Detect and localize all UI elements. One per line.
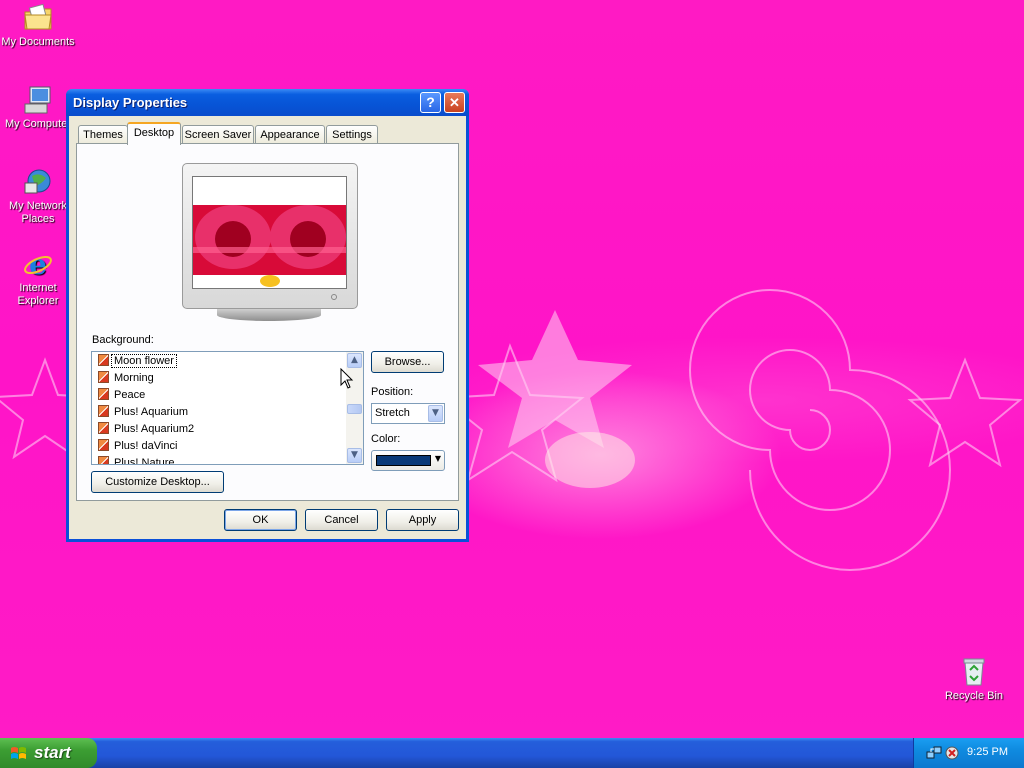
recycle-bin-icon [963,658,985,686]
computer-icon [24,86,51,114]
desktop-icon-my-computer[interactable]: My Computer [0,84,76,131]
color-label: Color: [371,433,401,445]
desktop-icon-my-network-places[interactable]: My Network Places [0,166,76,226]
tab-themes[interactable]: Themes [78,125,128,145]
browse-button[interactable]: Browse... [371,351,444,373]
desktop-icon-recycle-bin[interactable]: Recycle Bin [936,656,1012,703]
image-file-icon [98,405,109,417]
start-label: start [34,743,71,762]
desktop: My Documents My Computer My Network Plac… [0,0,1024,738]
apply-button[interactable]: Apply [386,509,459,531]
tab-appearance[interactable]: Appearance [255,125,325,145]
chevron-down-icon[interactable]: ▼ [428,405,443,422]
image-file-icon [98,456,109,464]
background-listbox[interactable]: Moon flower Morning Peace Plus! Aquarium… [91,351,364,465]
taskbar: start 9:25 PM [0,738,1024,768]
network-icon[interactable] [926,745,942,761]
tab-desktop[interactable]: Desktop [127,122,181,145]
list-item-label: Plus! Nature [114,457,175,465]
network-places-icon [24,169,51,194]
list-item[interactable]: Morning [98,370,154,387]
position-select[interactable]: Stretch ▼ [371,403,445,424]
windows-flag-icon [11,747,26,759]
ok-button[interactable]: OK [224,509,297,531]
internet-explorer-icon: e [24,248,52,280]
desktop-icon-label: My Computer [4,118,72,130]
image-file-icon [98,354,109,366]
color-swatch [376,455,431,466]
start-button[interactable]: start [0,738,97,768]
list-item[interactable]: Moon flower [98,353,177,370]
list-item-label: Plus! Aquarium [114,406,188,418]
list-item[interactable]: Plus! Aquarium2 [98,421,194,438]
dialog-client-area: Themes Desktop Screen Saver Appearance S… [69,116,466,539]
security-alert-icon[interactable] [944,745,960,761]
scroll-up-icon[interactable]: ▲ [347,353,362,368]
window-titlebar[interactable]: Display Properties ? ✕ [66,89,469,116]
system-tray: 9:25 PM [913,738,1024,768]
list-item[interactable]: Peace [98,387,145,404]
window-title: Display Properties [73,95,188,110]
list-item[interactable]: Plus! Nature [98,455,175,465]
desktop-icon-internet-explorer[interactable]: e Internet Explorer [0,248,76,308]
power-icon [331,294,337,300]
position-value: Stretch [375,407,410,419]
desktop-icon-label: Internet Explorer [17,282,59,307]
desktop-icon-label: Recycle Bin [944,690,1004,702]
position-label: Position: [371,386,414,398]
list-item-label: Plus! daVinci [114,440,178,452]
list-item[interactable]: Plus! daVinci [98,438,177,455]
desktop-icon-label: My Documents [1,36,75,48]
wallpaper-preview [192,176,347,289]
image-file-icon [98,388,109,400]
desktop-icon-my-documents[interactable]: My Documents [0,2,76,49]
desktop-icon-label: My Network Places [8,200,68,225]
scrollbar-thumb[interactable] [347,404,362,414]
color-picker-button[interactable]: ▼ [371,450,445,471]
image-file-icon [98,422,109,434]
tab-screen-saver[interactable]: Screen Saver [182,125,254,145]
image-file-icon [98,371,109,383]
monitor-preview [182,163,358,323]
clock[interactable]: 9:25 PM [967,746,1008,758]
monitor-stand [217,309,321,321]
monitor-bezel [182,163,358,309]
customize-desktop-button[interactable]: Customize Desktop... [91,471,224,493]
image-file-icon [98,439,109,451]
list-item-label: Plus! Aquarium2 [114,423,195,435]
mouse-cursor-icon [340,368,354,389]
svg-text:e: e [29,248,47,280]
display-properties-window: Display Properties ? ✕ Themes Desktop Sc… [66,89,469,542]
tab-settings[interactable]: Settings [326,125,378,145]
list-item-label: Moon flower [111,354,177,368]
help-button[interactable]: ? [420,92,441,113]
list-item-label: Morning [114,372,154,384]
list-item[interactable]: Plus! Aquarium [98,404,188,421]
scroll-down-icon[interactable]: ▼ [347,448,362,463]
list-item-label: Peace [114,389,146,401]
close-button[interactable]: ✕ [444,92,465,113]
folder-documents-icon [24,3,52,30]
dropdown-arrow-icon: ▼ [434,454,441,463]
desktop-tab-panel: Background: Moon flower Morning Peace Pl… [76,143,459,501]
cancel-button[interactable]: Cancel [305,509,378,531]
background-label: Background: [92,334,154,346]
